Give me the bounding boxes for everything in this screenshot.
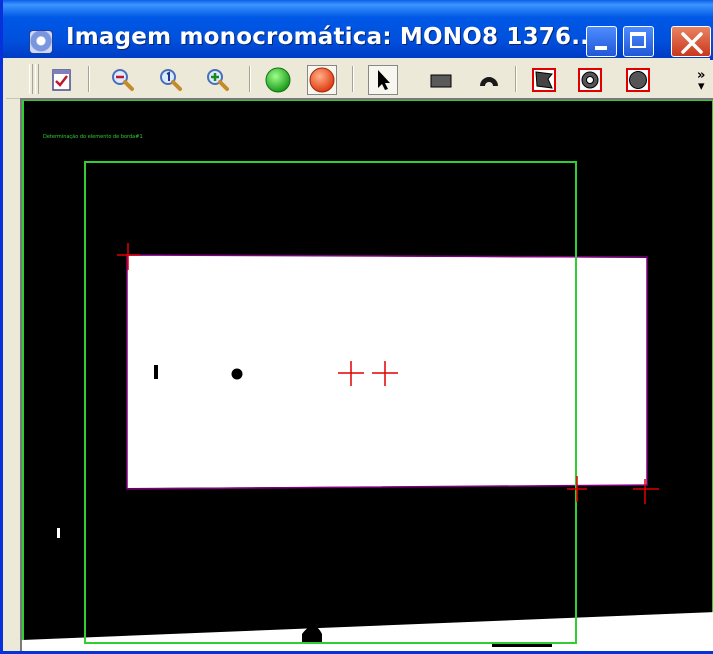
- toolbar-grip[interactable]: [35, 64, 39, 94]
- app-icon[interactable]: [29, 30, 53, 54]
- run-button[interactable]: [263, 65, 293, 95]
- checklist-icon: [52, 69, 71, 91]
- white-object: [127, 255, 647, 488]
- red-circle-icon: [309, 67, 335, 93]
- close-icon: [681, 32, 703, 54]
- rectangle-tool-icon: [430, 74, 452, 88]
- rectangle-tool-button[interactable]: [426, 65, 456, 95]
- select-tool-button[interactable]: [368, 65, 398, 95]
- zoom-out-button[interactable]: [108, 65, 138, 95]
- toolbar: » ▾: [6, 60, 713, 99]
- minimize-button[interactable]: [586, 26, 617, 57]
- ring-region-icon: [578, 68, 602, 92]
- circle-region-icon: [626, 68, 650, 92]
- title-bar[interactable]: Imagem monocromática: MONO8 1376...: [3, 0, 713, 58]
- checklist-button[interactable]: [47, 65, 77, 95]
- arc-tool-icon: [480, 77, 498, 86]
- noise-speck: [57, 528, 60, 538]
- bottom-object: [22, 612, 713, 651]
- image-window: Imagem monocromática: MONO8 1376... » ▾ …: [0, 0, 713, 654]
- toolbar-separator: [88, 66, 90, 92]
- green-circle-icon: [265, 67, 291, 93]
- toolbar-separator: [352, 66, 354, 92]
- image-viewport[interactable]: Determinação do elemento de borda#1: [20, 98, 713, 651]
- window-title: Imagem monocromática: MONO8 1376...: [66, 24, 599, 50]
- arrow-pointer-icon: [378, 70, 390, 90]
- polygon-region-button[interactable]: [529, 65, 559, 95]
- arc-tool-button[interactable]: [474, 65, 504, 95]
- bottom-notch-base: [302, 634, 322, 642]
- toolbar-separator: [249, 66, 251, 92]
- toolbar-separator: [515, 66, 517, 92]
- polygon-region-icon: [532, 68, 556, 92]
- zoom-out-icon: [112, 69, 134, 91]
- toolbar-overflow-button[interactable]: » ▾: [697, 69, 705, 94]
- overlay-label: Determinação do elemento de borda#1: [43, 134, 143, 140]
- ring-region-button[interactable]: [575, 65, 605, 95]
- maximize-button[interactable]: [623, 26, 654, 57]
- zoom-reset-button[interactable]: [156, 65, 186, 95]
- small-dot-mark: [231, 368, 243, 380]
- close-button[interactable]: [671, 26, 711, 57]
- chevron-down-icon: ▾: [697, 79, 705, 94]
- circle-region-button[interactable]: [623, 65, 653, 95]
- zoom-in-button[interactable]: [203, 65, 233, 95]
- small-bar-mark: [154, 365, 158, 379]
- zoom-in-icon: [207, 69, 229, 91]
- image-canvas: [22, 100, 713, 651]
- stop-button[interactable]: [307, 65, 337, 95]
- zoom-reset-icon: [160, 69, 182, 91]
- toolbar-grip[interactable]: [29, 64, 33, 94]
